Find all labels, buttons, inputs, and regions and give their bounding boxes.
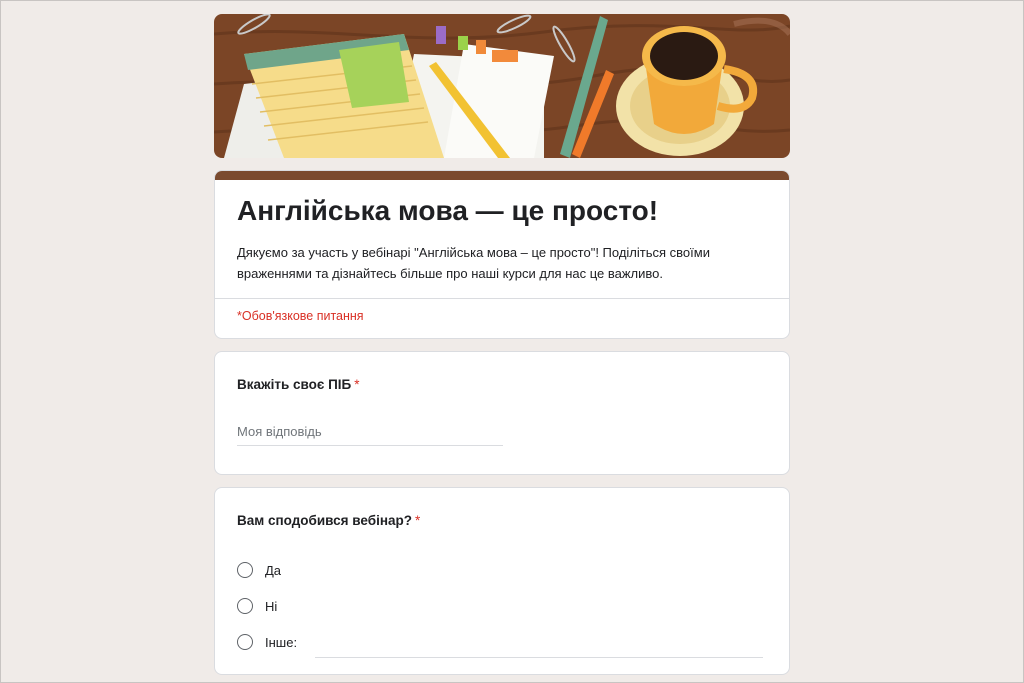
- form-title: Англійська мова — це просто!: [237, 195, 659, 226]
- required-asterisk: *: [414, 513, 421, 528]
- option-label: Да: [265, 562, 282, 578]
- required-question-note: *Обов'язкове питання: [237, 309, 364, 323]
- option-label: Ні: [265, 598, 278, 614]
- other-answer-input[interactable]: [315, 634, 764, 658]
- form-header-card: Англійська мова — це просто! Дякуємо за …: [214, 170, 790, 339]
- question-card-webinar-liked: Вам сподобився вебінар? * Да Ні Інше:: [214, 487, 790, 675]
- option-other[interactable]: Інше:: [237, 624, 767, 660]
- question-title-text: Вкажіть своє ПІБ: [237, 377, 352, 392]
- radio-options: Да Ні Інше:: [237, 552, 767, 660]
- option-yes[interactable]: Да: [237, 552, 767, 588]
- radio-button-icon[interactable]: [237, 634, 253, 650]
- option-no[interactable]: Ні: [237, 588, 767, 624]
- question-title-text: Вам сподобився вебінар?: [237, 513, 412, 528]
- full-name-input[interactable]: [237, 424, 503, 446]
- question-title: Вам сподобився вебінар? *: [237, 512, 767, 530]
- header-banner-image: [214, 14, 790, 158]
- required-asterisk: *: [354, 377, 360, 392]
- question-card-full-name: Вкажіть своє ПІБ *: [214, 351, 790, 475]
- form-description: Дякуємо за участь у вебінарі "Англійська…: [237, 245, 710, 281]
- question-title: Вкажіть своє ПІБ *: [237, 376, 767, 394]
- option-label: Інше:: [265, 634, 298, 650]
- theme-color-bar: [215, 171, 789, 180]
- radio-button-icon[interactable]: [237, 562, 253, 578]
- form-container: Англійська мова — це просто! Дякуємо за …: [214, 14, 790, 675]
- radio-button-icon[interactable]: [237, 598, 253, 614]
